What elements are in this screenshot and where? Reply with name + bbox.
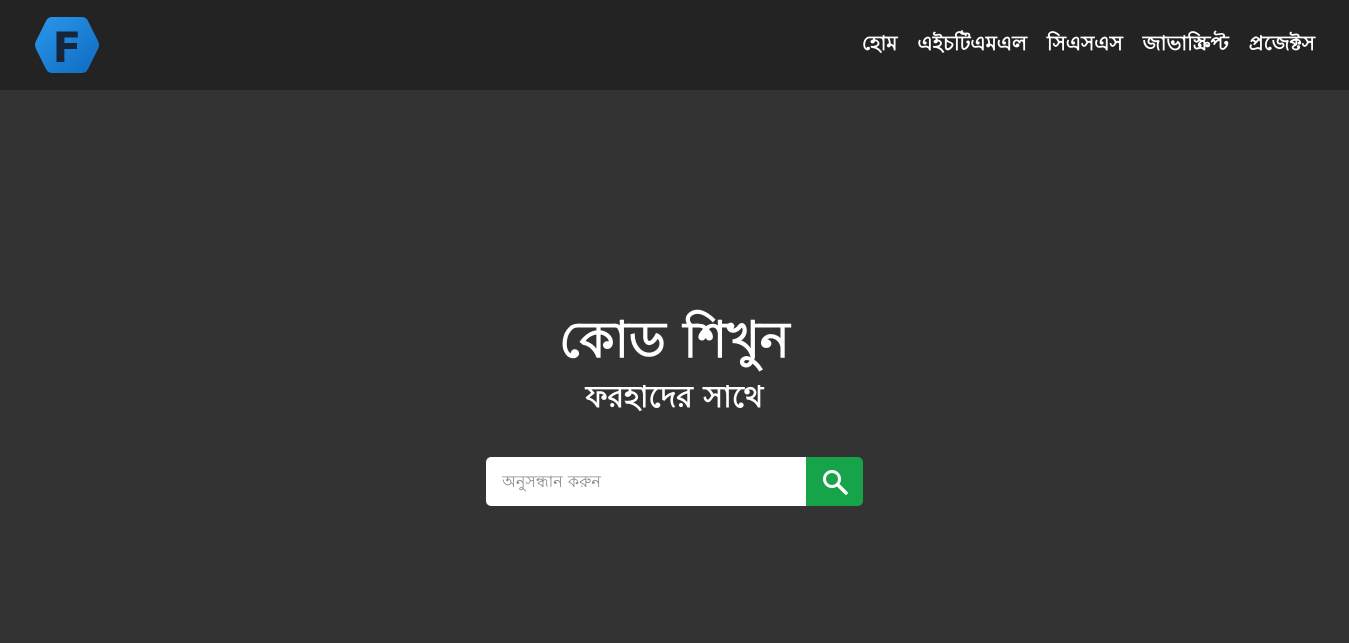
nav-item-javascript[interactable]: জাভাস্ক্রিপ্ট (1143, 29, 1229, 62)
logo[interactable]: F (34, 15, 100, 75)
nav-item-html[interactable]: এইচটিএমএল (918, 29, 1027, 62)
search-input[interactable] (486, 457, 806, 506)
hero-subtitle: ফরহাদের সাথে (585, 380, 764, 415)
navbar: F হোম এইচটিএমএল সিএসএস জাভাস্ক্রিপ্ট প্র… (0, 0, 1349, 90)
nav-item-projects[interactable]: প্রজেক্টস (1249, 29, 1315, 62)
search-button[interactable] (806, 457, 863, 506)
nav-item-home[interactable]: হোম (862, 29, 898, 62)
hero-section: কোড শিখুন ফরহাদের সাথে (0, 90, 1349, 643)
logo-letter: F (53, 23, 82, 72)
nav-links: হোম এইচটিএমএল সিএসএস জাভাস্ক্রিপ্ট প্রজে… (862, 0, 1315, 90)
search-icon (822, 469, 848, 495)
search-form (486, 457, 863, 506)
nav-item-css[interactable]: সিএসএস (1047, 29, 1123, 62)
hero-title: কোড শিখুন (559, 311, 790, 369)
logo-hexagon-icon: F (35, 17, 99, 73)
